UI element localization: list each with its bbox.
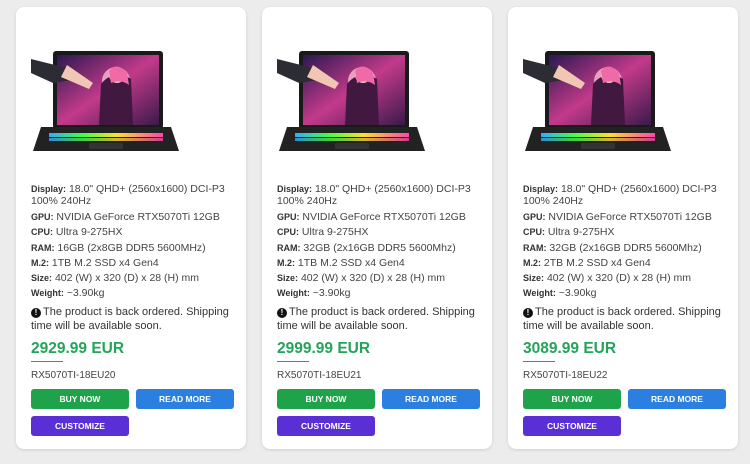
spec-ram: RAM: 16GB (2x8GB DDR5 5600MHz) — [31, 241, 206, 254]
exclamation-icon: ! — [523, 308, 533, 318]
customize-button[interactable]: CUSTOMIZE — [277, 416, 375, 436]
spec-size: Size: 402 (W) x 320 (D) x 28 (H) mm — [277, 272, 446, 285]
spec-cpu: CPU: Ultra 9-275HX — [523, 226, 615, 239]
sku-code: RX5070TI-18EU20 — [31, 370, 116, 381]
spec-gpu: GPU: NVIDIA GeForce RTX5070Ti 12GB — [277, 211, 466, 223]
spec-weight: Weight: ~3.90kg — [31, 287, 105, 300]
spec-list: Display: 18.0" QHD+ (2560x1600) DCI-P3 1… — [277, 183, 482, 302]
backorder-notice: ! The product is back ordered. Shipping t… — [277, 306, 475, 332]
laptop-product-image[interactable] — [523, 39, 673, 181]
spec-cpu: CPU: Ultra 9-275HX — [277, 226, 369, 239]
product-card: Display: 18.0" QHD+ (2560x1600) DCI-P3 1… — [16, 7, 246, 449]
spec-display: Display: 18.0" QHD+ (2560x1600) DCI-P3 1… — [523, 183, 717, 207]
read-more-button[interactable]: READ MORE — [628, 389, 726, 409]
spec-list: Display: 18.0" QHD+ (2560x1600) DCI-P3 1… — [523, 183, 728, 302]
spec-display: Display: 18.0" QHD+ (2560x1600) DCI-P3 1… — [277, 183, 471, 207]
price: 2999.99 EUR — [277, 340, 371, 357]
customize-button[interactable]: CUSTOMIZE — [31, 416, 129, 436]
laptop-product-image[interactable] — [31, 39, 181, 181]
customize-button[interactable]: CUSTOMIZE — [523, 416, 621, 436]
buy-now-button[interactable]: BUY NOW — [523, 389, 621, 409]
laptop-product-image[interactable] — [277, 39, 427, 181]
spec-size: Size: 402 (W) x 320 (D) x 28 (H) mm — [523, 272, 692, 285]
spec-gpu: GPU: NVIDIA GeForce RTX5070Ti 12GB — [523, 211, 712, 223]
price-underline — [31, 361, 63, 362]
read-more-button[interactable]: READ MORE — [136, 389, 234, 409]
spec-gpu: GPU: NVIDIA GeForce RTX5070Ti 12GB — [31, 211, 220, 223]
spec-m2: M.2: 1TB M.2 SSD x4 Gen4 — [277, 256, 405, 269]
spec-display: Display: 18.0" QHD+ (2560x1600) DCI-P3 1… — [31, 183, 225, 207]
spec-m2: M.2: 2TB M.2 SSD x4 Gen4 — [523, 256, 651, 269]
price: 3089.99 EUR — [523, 340, 617, 357]
price: 2929.99 EUR — [31, 340, 125, 357]
buy-now-button[interactable]: BUY NOW — [277, 389, 375, 409]
product-card: Display: 18.0" QHD+ (2560x1600) DCI-P3 1… — [508, 7, 738, 449]
price-underline — [277, 361, 309, 362]
sku-code: RX5070TI-18EU21 — [277, 370, 362, 381]
spec-size: Size: 402 (W) x 320 (D) x 28 (H) mm — [31, 272, 200, 285]
spec-m2: M.2: 1TB M.2 SSD x4 Gen4 — [31, 256, 159, 269]
read-more-button[interactable]: READ MORE — [382, 389, 480, 409]
spec-weight: Weight: ~3.90kg — [523, 287, 597, 300]
exclamation-icon: ! — [31, 308, 41, 318]
spec-ram: RAM: 32GB (2x16GB DDR5 5600Mhz) — [277, 241, 456, 254]
buy-now-button[interactable]: BUY NOW — [31, 389, 129, 409]
price-underline — [523, 361, 555, 362]
product-card: Display: 18.0" QHD+ (2560x1600) DCI-P3 1… — [262, 7, 492, 449]
sku-code: RX5070TI-18EU22 — [523, 370, 608, 381]
backorder-notice: ! The product is back ordered. Shipping t… — [523, 306, 721, 332]
spec-cpu: CPU: Ultra 9-275HX — [31, 226, 123, 239]
spec-ram: RAM: 32GB (2x16GB DDR5 5600Mhz) — [523, 241, 702, 254]
spec-list: Display: 18.0" QHD+ (2560x1600) DCI-P3 1… — [31, 183, 236, 302]
backorder-notice: ! The product is back ordered. Shipping t… — [31, 306, 229, 332]
exclamation-icon: ! — [277, 308, 287, 318]
spec-weight: Weight: ~3.90kg — [277, 287, 351, 300]
